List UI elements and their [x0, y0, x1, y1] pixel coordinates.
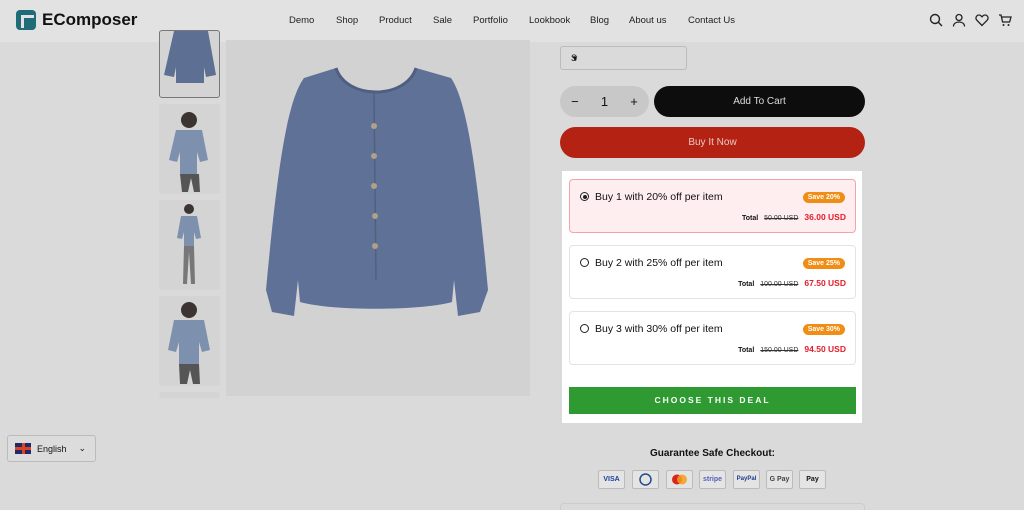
size-select[interactable]: S ▼ — [560, 46, 687, 70]
nav-item-lookbook[interactable]: Lookbook — [529, 15, 570, 26]
paypal-icon: PayPal — [733, 470, 760, 489]
new-price: 36.00 USD — [804, 212, 846, 222]
search-icon[interactable] — [929, 13, 943, 27]
deal-total-row: Total 100.00 USD 67.50 USD — [738, 278, 846, 288]
diners-icon — [632, 470, 659, 489]
radio-unselected[interactable] — [580, 258, 589, 267]
nav-item-blog[interactable]: Blog — [590, 15, 609, 26]
logo-text: EComposer — [42, 10, 138, 29]
bottom-panel — [560, 503, 865, 510]
uk-flag-icon — [15, 443, 31, 454]
product-image — [226, 40, 530, 396]
nav-item-shop[interactable]: Shop — [336, 15, 358, 26]
site-header: EComposer Demo Shop Product Sale Portfol… — [0, 0, 1024, 42]
radio-unselected[interactable] — [580, 324, 589, 333]
deal-total-row: Total 50.00 USD 36.00 USD — [742, 212, 846, 222]
deal-option-3[interactable]: Buy 3 with 30% off per item Save 30% Tot… — [569, 311, 856, 365]
chevron-down-icon: ▼ — [571, 54, 579, 63]
logo-mark-icon — [16, 10, 36, 30]
old-price: 150.00 USD — [760, 347, 799, 354]
applepay-icon: Pay — [799, 470, 826, 489]
deal-option-title: Buy 1 with 20% off per item — [595, 191, 723, 203]
deal-option-title: Buy 3 with 30% off per item — [595, 323, 723, 335]
quantity-value[interactable]: 1 — [601, 94, 608, 109]
wishlist-icon[interactable] — [975, 13, 989, 27]
guarantee-heading: Guarantee Safe Checkout: — [649, 448, 776, 459]
chevron-down-icon: ⌄ — [78, 443, 87, 453]
increase-button[interactable]: + — [630, 94, 638, 109]
total-label: Total — [741, 215, 759, 222]
nav-item-sale[interactable]: Sale — [433, 15, 452, 26]
thumbnail-3[interactable] — [159, 200, 220, 290]
thumbnail-4[interactable] — [159, 296, 220, 386]
gpay-icon: G Pay — [766, 470, 793, 489]
visa-icon: VISA — [598, 470, 625, 489]
nav-item-contact[interactable]: Contact Us — [688, 15, 735, 26]
language-label: English — [37, 443, 67, 454]
cardigan-image — [266, 67, 488, 316]
save-badge: Save 20% — [802, 192, 845, 203]
mastercard-icon — [666, 470, 693, 489]
nav-item-product[interactable]: Product — [379, 15, 412, 26]
save-badge: Save 30% — [802, 324, 845, 335]
add-to-cart-button[interactable]: Add To Cart — [654, 86, 865, 117]
buy-now-button[interactable]: Buy It Now — [560, 127, 865, 158]
nav-item-demo[interactable]: Demo — [289, 15, 314, 26]
old-price: 50.00 USD — [764, 215, 799, 222]
new-price: 67.50 USD — [804, 278, 846, 288]
total-label: Total — [738, 281, 755, 288]
deal-option-1[interactable]: Buy 1 with 20% off per item Save 20% Tot… — [569, 179, 856, 233]
save-badge: Save 25% — [802, 258, 845, 269]
logo[interactable]: EComposer — [16, 10, 137, 30]
quantity-stepper: − 1 + — [560, 86, 649, 117]
header-icons — [929, 13, 1012, 27]
thumbnail-5[interactable] — [159, 392, 220, 398]
decrease-button[interactable]: − — [571, 94, 579, 109]
language-selector[interactable]: English ⌄ — [7, 435, 96, 462]
new-price: 94.50 USD — [804, 344, 846, 354]
choose-deal-button[interactable]: CHOOSE THIS DEAL — [569, 387, 856, 414]
bundle-deal-card: Buy 1 with 20% off per item Save 20% Tot… — [562, 171, 862, 423]
stripe-icon: stripe — [699, 470, 726, 489]
thumbnail-1[interactable] — [159, 30, 220, 98]
old-price: 100.00 USD — [760, 281, 799, 288]
nav-item-about[interactable]: About us — [629, 15, 667, 26]
deal-option-title: Buy 2 with 25% off per item — [595, 257, 723, 269]
thumbnail-2[interactable] — [159, 104, 220, 194]
nav-item-portfolio[interactable]: Portfolio — [473, 15, 508, 26]
account-icon[interactable] — [952, 13, 966, 27]
radio-selected[interactable] — [580, 192, 589, 201]
total-label: Total — [738, 347, 755, 354]
deal-option-2[interactable]: Buy 2 with 25% off per item Save 25% Tot… — [569, 245, 856, 299]
deal-total-row: Total 150.00 USD 94.50 USD — [738, 344, 846, 354]
cart-icon[interactable] — [998, 13, 1012, 27]
